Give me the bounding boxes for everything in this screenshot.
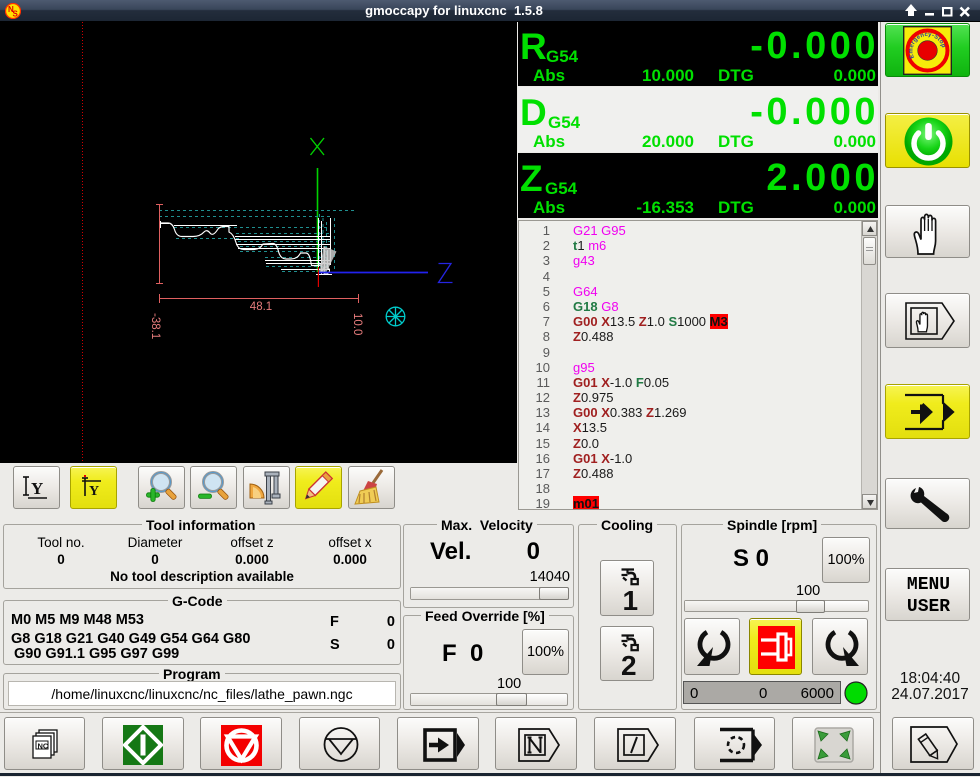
svg-text:48.1: 48.1 — [250, 301, 272, 313]
svg-text:1: 1 — [623, 585, 639, 616]
svg-text:NC: NC — [38, 742, 49, 751]
svg-text:Y: Y — [89, 484, 99, 499]
svg-text:2: 2 — [621, 650, 637, 681]
svg-text:Y: Y — [31, 479, 43, 498]
svg-text:10.0: 10.0 — [351, 313, 363, 335]
svg-text:-38.1: -38.1 — [149, 313, 161, 339]
